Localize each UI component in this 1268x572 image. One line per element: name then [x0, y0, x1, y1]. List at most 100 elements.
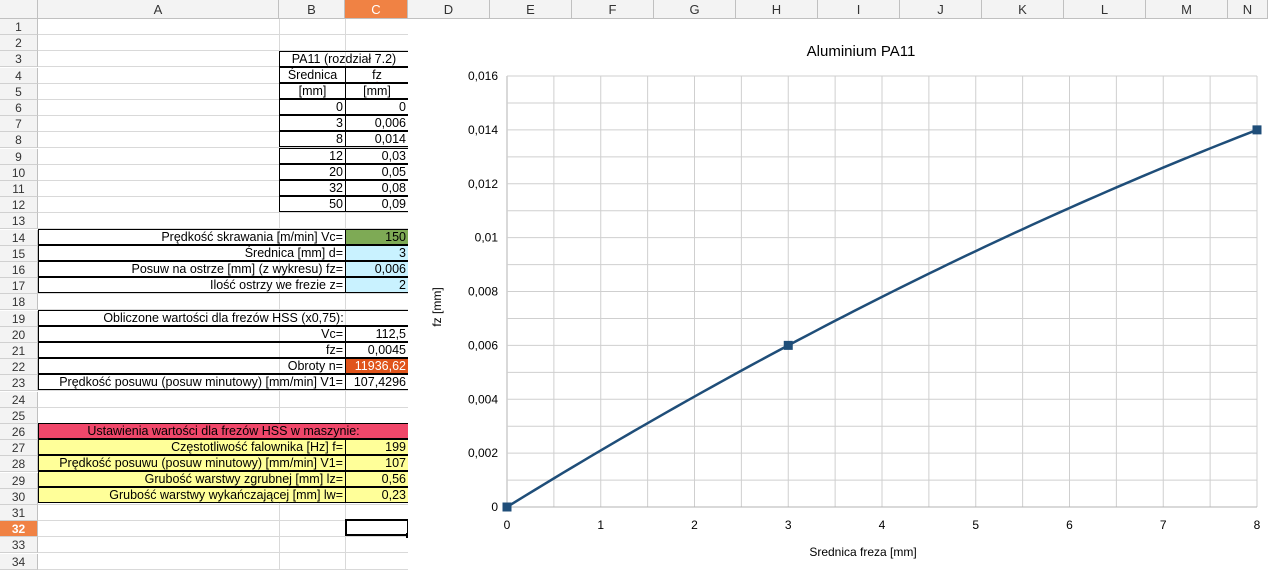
- row-header-19[interactable]: 19: [0, 311, 38, 327]
- calc-value-v1[interactable]: 107,4296: [345, 374, 409, 390]
- calc-label-n[interactable]: Obroty n=: [38, 358, 346, 374]
- column-header-a[interactable]: A: [38, 0, 279, 19]
- row-header-13[interactable]: 13: [0, 213, 38, 229]
- row-header-29[interactable]: 29: [0, 473, 38, 489]
- input-value-vc[interactable]: 150: [345, 229, 409, 245]
- table-cell-diameter[interactable]: 50: [279, 196, 346, 212]
- row-header-11[interactable]: 11: [0, 181, 38, 197]
- table-cell-diameter[interactable]: 32: [279, 180, 346, 196]
- row-header-4[interactable]: 4: [0, 68, 38, 84]
- column-header-n[interactable]: N: [1228, 0, 1268, 19]
- calc-label-vc[interactable]: Vc=: [38, 326, 346, 342]
- column-header-g[interactable]: G: [654, 0, 736, 19]
- table-title[interactable]: PA11 (rozdział 7.2): [279, 51, 409, 67]
- input-label-z[interactable]: Ilość ostrzy we frezie z=: [38, 277, 346, 293]
- settings-label-v1[interactable]: Prędkość posuwu (posuw minutowy) [mm/min…: [38, 455, 346, 471]
- row-header-18[interactable]: 18: [0, 294, 38, 310]
- table-cell-fz[interactable]: 0,014: [345, 131, 409, 147]
- row-header-14[interactable]: 14: [0, 230, 38, 246]
- column-header-k[interactable]: K: [982, 0, 1064, 19]
- table-unit-diameter[interactable]: [mm]: [279, 83, 346, 99]
- calc-value-fz[interactable]: 0,0045: [345, 342, 409, 358]
- row-header-27[interactable]: 27: [0, 440, 38, 456]
- chart-area[interactable]: Aluminium PA11 0 1 2 3 4 5 6 7 8 0 0,002 0,004 0,006…: [408, 19, 1268, 569]
- column-header-f[interactable]: F: [572, 0, 654, 19]
- row-header-8[interactable]: 8: [0, 132, 38, 148]
- row-header-22[interactable]: 22: [0, 359, 38, 375]
- input-value-d[interactable]: 3: [345, 245, 409, 261]
- row-header-16[interactable]: 16: [0, 262, 38, 278]
- table-unit-fz[interactable]: [mm]: [345, 83, 409, 99]
- column-header-d[interactable]: D: [408, 0, 490, 19]
- table-cell-fz[interactable]: 0,006: [345, 115, 409, 131]
- table-cell-fz[interactable]: 0,05: [345, 164, 409, 180]
- row-header-34[interactable]: 34: [0, 554, 38, 570]
- row-header-32[interactable]: 32: [0, 521, 38, 537]
- row-header-31[interactable]: 31: [0, 505, 38, 521]
- settings-value-lz[interactable]: 0,56: [345, 471, 409, 487]
- table-cell-diameter[interactable]: 8: [279, 131, 346, 147]
- table-cell-diameter[interactable]: 3: [279, 115, 346, 131]
- select-all-corner[interactable]: [0, 0, 38, 19]
- calc-value-n[interactable]: 11936,62: [345, 358, 409, 374]
- row-header-23[interactable]: 23: [0, 375, 38, 391]
- column-header-l[interactable]: L: [1064, 0, 1146, 19]
- row-header-21[interactable]: 21: [0, 343, 38, 359]
- active-cell-cursor[interactable]: [345, 519, 409, 536]
- row-header-3[interactable]: 3: [0, 51, 38, 67]
- settings-title[interactable]: Ustawienia wartości dla frezów HSS w mas…: [38, 423, 409, 439]
- row-header-1[interactable]: 1: [0, 19, 38, 35]
- row-header-2[interactable]: 2: [0, 35, 38, 51]
- row-header-6[interactable]: 6: [0, 100, 38, 116]
- column-header-j[interactable]: J: [900, 0, 982, 19]
- calc-value-vc[interactable]: 112,5: [345, 326, 409, 342]
- settings-value-lw[interactable]: 0,23: [345, 487, 409, 503]
- table-cell-diameter[interactable]: 12: [279, 148, 346, 164]
- table-cell-fz[interactable]: 0,03: [345, 148, 409, 164]
- table-header-diameter[interactable]: Średnica: [279, 67, 346, 83]
- column-header-e[interactable]: E: [490, 0, 572, 19]
- table-header-fz[interactable]: fz: [345, 67, 409, 83]
- settings-label-lz[interactable]: Grubość warstwy zgrubnej [mm] lz=: [38, 471, 346, 487]
- row-header-15[interactable]: 15: [0, 246, 38, 262]
- input-label-d[interactable]: Średnica [mm] d=: [38, 245, 346, 261]
- row-header-5[interactable]: 5: [0, 84, 38, 100]
- data-point-marker[interactable]: [1252, 125, 1262, 135]
- settings-value-f[interactable]: 199: [345, 439, 409, 455]
- input-label-vc[interactable]: Prędkość skrawania [m/min] Vc=: [38, 229, 346, 245]
- settings-label-f[interactable]: Częstotliwość falownika [Hz] f=: [38, 439, 346, 455]
- column-header-h[interactable]: H: [736, 0, 818, 19]
- calc-label-v1[interactable]: Prędkość posuwu (posuw minutowy) [mm/min…: [38, 374, 346, 390]
- input-value-fz[interactable]: 0,006: [345, 261, 409, 277]
- column-header-i[interactable]: I: [818, 0, 900, 19]
- row-header-9[interactable]: 9: [0, 149, 38, 165]
- row-header-10[interactable]: 10: [0, 165, 38, 181]
- row-header-24[interactable]: 24: [0, 392, 38, 408]
- data-point-marker[interactable]: [783, 340, 793, 350]
- table-cell-fz[interactable]: 0: [345, 99, 409, 115]
- column-header-m[interactable]: M: [1146, 0, 1228, 19]
- data-point-marker[interactable]: [502, 502, 512, 512]
- row-header-33[interactable]: 33: [0, 537, 38, 553]
- table-cell-fz[interactable]: 0,08: [345, 180, 409, 196]
- column-header-c[interactable]: C: [345, 0, 408, 19]
- line-chart[interactable]: Aluminium PA11 0 1 2 3 4 5 6 7 8 0 0,002 0,004 0,006…: [408, 19, 1268, 569]
- settings-label-lw[interactable]: Grubość warstwy wykańczającej [mm] lw=: [38, 487, 346, 503]
- table-cell-diameter[interactable]: 20: [279, 164, 346, 180]
- calc-title[interactable]: Obliczone wartości dla frezów HSS (x0,75…: [38, 310, 409, 326]
- table-cell-diameter[interactable]: 0: [279, 99, 346, 115]
- row-header-26[interactable]: 26: [0, 424, 38, 440]
- row-header-28[interactable]: 28: [0, 456, 38, 472]
- input-value-z[interactable]: 2: [345, 277, 409, 293]
- row-header-12[interactable]: 12: [0, 197, 38, 213]
- input-label-fz[interactable]: Posuw na ostrze [mm] (z wykresu) fz=: [38, 261, 346, 277]
- calc-label-fz[interactable]: fz=: [38, 342, 346, 358]
- settings-value-v1[interactable]: 107: [345, 455, 409, 471]
- row-header-30[interactable]: 30: [0, 489, 38, 505]
- row-header-25[interactable]: 25: [0, 408, 38, 424]
- table-cell-fz[interactable]: 0,09: [345, 196, 409, 212]
- row-header-7[interactable]: 7: [0, 116, 38, 132]
- row-header-20[interactable]: 20: [0, 327, 38, 343]
- row-header-17[interactable]: 17: [0, 278, 38, 294]
- column-header-b[interactable]: B: [279, 0, 345, 19]
